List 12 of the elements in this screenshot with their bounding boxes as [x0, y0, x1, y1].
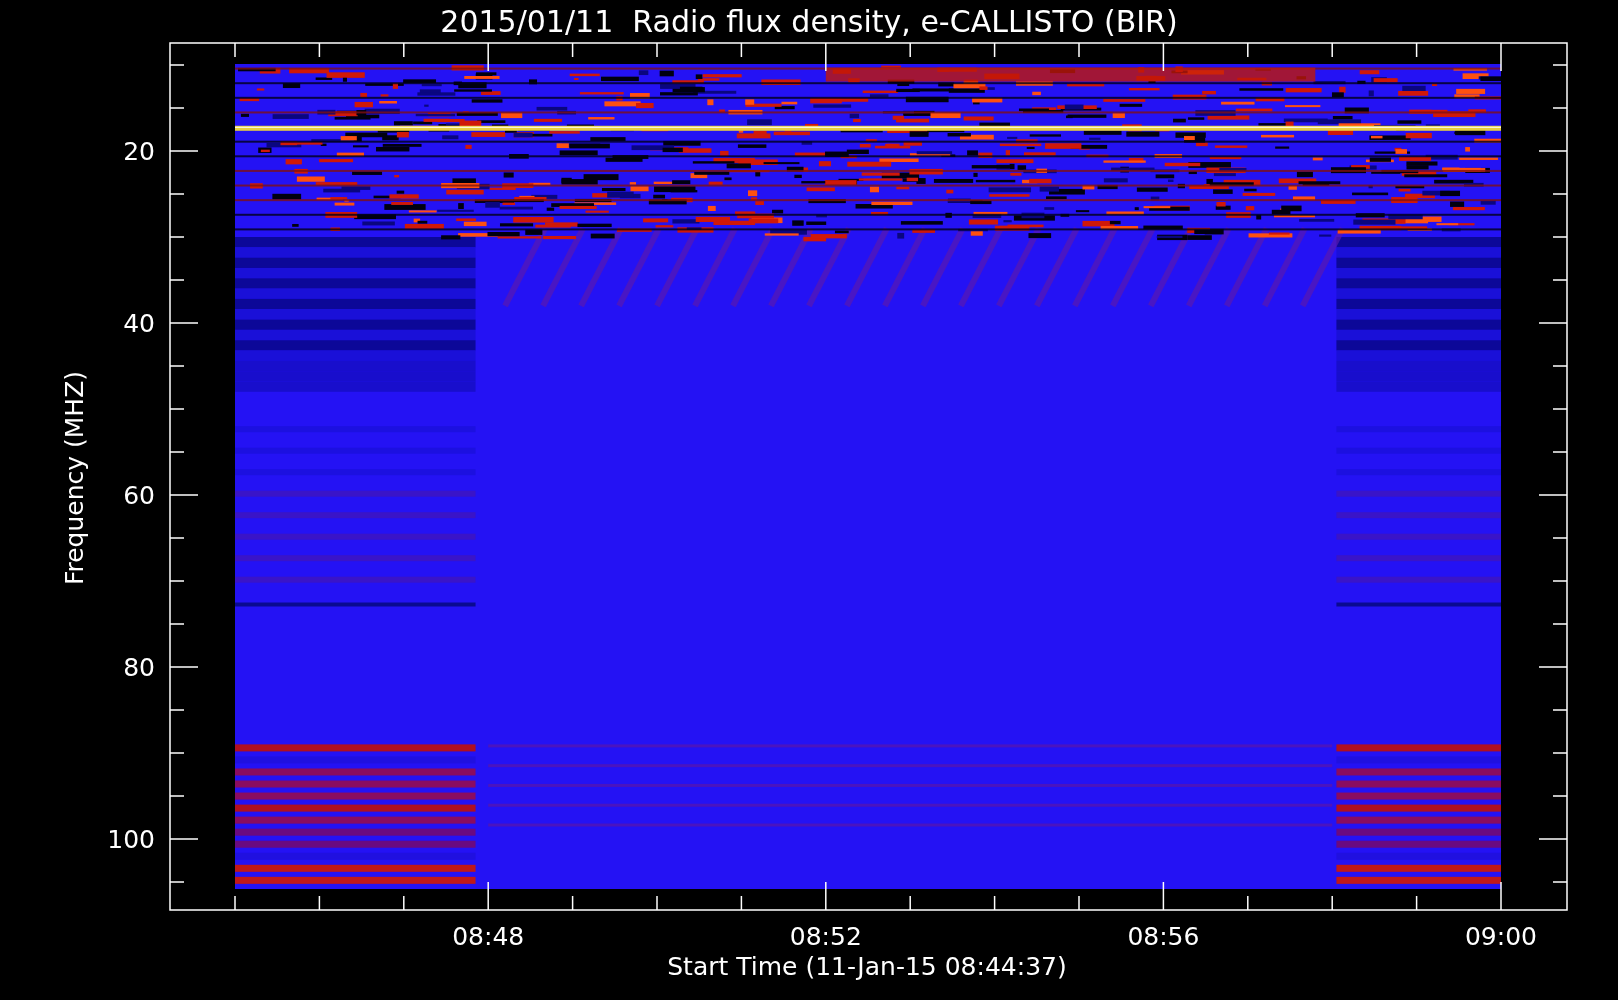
x-tick-label: 08:56 — [1127, 922, 1200, 951]
y-tick-label: 80 — [123, 653, 155, 682]
x-tick-label: 08:48 — [452, 922, 525, 951]
plot-title: 2015/01/11 Radio flux density, e-CALLISTO (BIR) — [440, 4, 1178, 39]
y-axis-label: Frequency (MHZ) — [60, 370, 89, 586]
y-tick-label: 100 — [107, 825, 155, 854]
y-tick-label: 60 — [123, 481, 155, 510]
x-axis-label: Start Time (11-Jan-15 08:44:37) — [667, 952, 1067, 981]
x-tick-label: 08:52 — [789, 922, 862, 951]
x-tick-label: 09:00 — [1465, 922, 1537, 951]
y-tick-label: 20 — [123, 137, 155, 166]
y-tick-label: 40 — [123, 309, 155, 338]
